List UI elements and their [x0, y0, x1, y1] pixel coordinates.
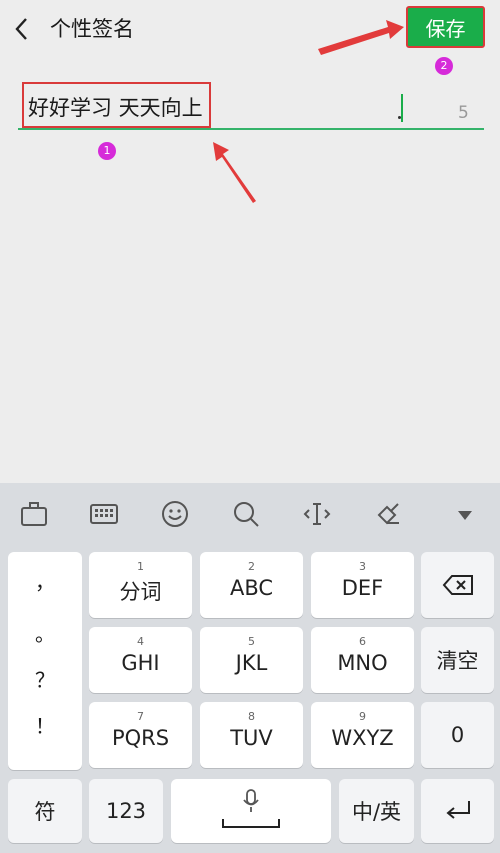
- annotation-marker-1: 1: [98, 142, 116, 160]
- key-5-jkl[interactable]: 5 JKL: [200, 627, 303, 693]
- page-title: 个性签名: [50, 17, 134, 41]
- keyboard-toolbar: [0, 483, 500, 545]
- punct-period[interactable]: 。: [8, 618, 82, 647]
- keyboard-icon[interactable]: [89, 499, 119, 529]
- arrow-to-input: [213, 142, 256, 203]
- cursor-move-icon[interactable]: [302, 499, 332, 529]
- signature-input-value: 好好学习 天天向上: [28, 96, 203, 120]
- space-voice-key[interactable]: [171, 779, 331, 843]
- input-underline: [18, 128, 484, 130]
- key-4-ghi[interactable]: 4 GHI: [89, 627, 192, 693]
- space-bar-icon: [222, 819, 280, 828]
- key-1-segment[interactable]: 1 分词: [89, 552, 192, 618]
- backspace-icon: [442, 575, 473, 595]
- emoji-icon[interactable]: [160, 499, 190, 529]
- backspace-button[interactable]: [421, 552, 494, 618]
- key-3-def[interactable]: 3 DEF: [311, 552, 414, 618]
- punct-comma[interactable]: ，: [8, 566, 82, 595]
- save-button[interactable]: 保存: [406, 6, 485, 48]
- search-icon[interactable]: [231, 499, 261, 529]
- key-6-mno[interactable]: 6 MNO: [311, 627, 414, 693]
- remaining-char-count: 5: [458, 103, 469, 123]
- text-cursor: [401, 94, 403, 122]
- back-arrow-icon[interactable]: [12, 15, 34, 43]
- enter-icon: [446, 801, 470, 819]
- collapse-icon[interactable]: [450, 499, 480, 529]
- microphone-icon: [243, 789, 259, 812]
- clear-button[interactable]: 清空: [421, 627, 494, 693]
- symbol-key[interactable]: 符: [8, 779, 82, 843]
- annotation-marker-2: 2: [435, 57, 453, 75]
- key-7-pqrs[interactable]: 7 PQRS: [89, 702, 192, 768]
- key-8-tuv[interactable]: 8 TUV: [200, 702, 303, 768]
- key-9-wxyz[interactable]: 9 WXYZ: [311, 702, 414, 768]
- clean-icon[interactable]: [373, 499, 403, 529]
- language-switch-key[interactable]: 中/英: [339, 779, 414, 843]
- ime-keyboard: ， 。 ？ ！ 1 分词 2 ABC 3 DEF 4 GHI 5 JKL 6 M…: [0, 483, 500, 853]
- title-bar: 个性签名 保存: [0, 0, 500, 58]
- numbers-key[interactable]: 123: [89, 779, 163, 843]
- briefcase-icon[interactable]: [19, 499, 49, 529]
- punct-question[interactable]: ？: [8, 664, 82, 693]
- cursor-dot: [398, 116, 401, 119]
- key-0[interactable]: 0: [421, 702, 494, 768]
- punctuation-column[interactable]: ， 。 ？ ！: [8, 552, 82, 770]
- enter-key[interactable]: [421, 779, 494, 843]
- key-2-abc[interactable]: 2 ABC: [200, 552, 303, 618]
- punct-exclamation[interactable]: ！: [8, 710, 82, 739]
